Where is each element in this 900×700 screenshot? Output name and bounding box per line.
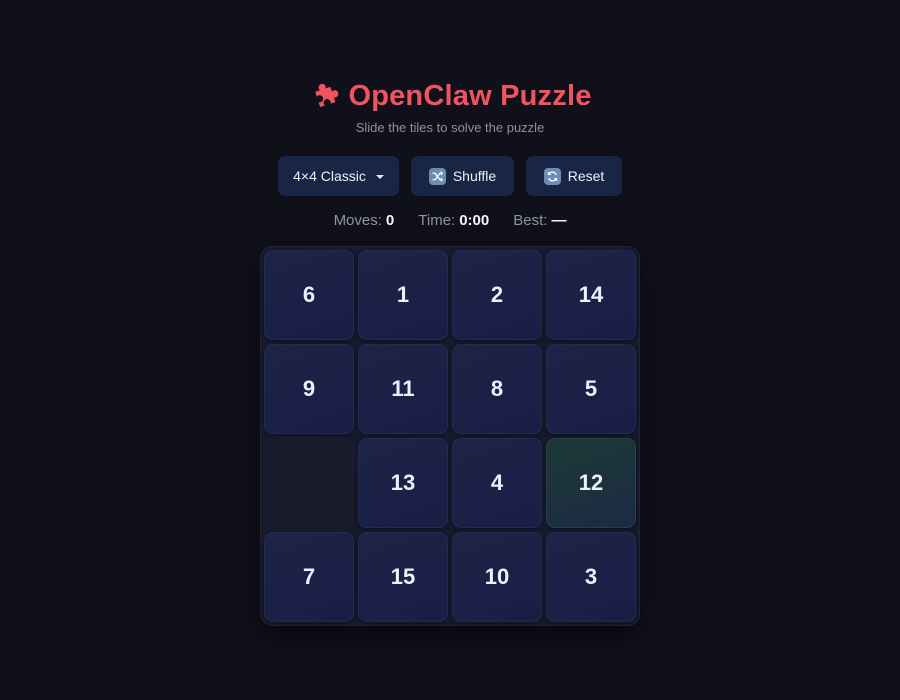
shuffle-icon (428, 167, 446, 185)
controls-bar: 4×4 Classic Shuffle Reset (0, 156, 900, 196)
puzzle-tile[interactable]: 2 (452, 250, 542, 340)
best-value: — (551, 212, 567, 229)
puzzle-tile[interactable]: 7 (264, 532, 354, 622)
puzzle-tile[interactable]: 4 (452, 438, 542, 528)
stats-bar: Moves: 0 Time: 0:00 Best: — (0, 212, 900, 229)
chevron-down-icon (375, 174, 384, 179)
moves-value: 0 (385, 212, 395, 229)
puzzle-tile[interactable]: 6 (264, 250, 354, 340)
puzzle-piece-icon (308, 79, 342, 113)
shuffle-label: Shuffle (452, 168, 497, 184)
puzzle-tile[interactable]: 12 (546, 438, 636, 528)
puzzle-tile[interactable]: 13 (358, 438, 448, 528)
puzzle-tile[interactable]: 15 (358, 532, 448, 622)
puzzle-tile[interactable]: 9 (264, 344, 354, 434)
reset-button[interactable]: Reset (526, 156, 622, 196)
best-stat: Best: — (513, 212, 566, 229)
shuffle-button[interactable]: Shuffle (411, 156, 514, 196)
puzzle-tile[interactable]: 8 (452, 344, 542, 434)
board-size-selected: 4×4 Classic (293, 168, 366, 184)
moves-label: Moves: (333, 212, 382, 229)
puzzle-tile[interactable]: 14 (546, 250, 636, 340)
time-value: 0:00 (459, 212, 490, 229)
puzzle-tile[interactable]: 10 (452, 532, 542, 622)
empty-slot (264, 438, 354, 528)
puzzle-tile[interactable]: 11 (358, 344, 448, 434)
board-size-select[interactable]: 4×4 Classic (278, 156, 399, 196)
puzzle-tile[interactable]: 1 (358, 250, 448, 340)
page-title: OpenClaw Puzzle (348, 79, 592, 112)
puzzle-tile[interactable]: 3 (546, 532, 636, 622)
title-row: OpenClaw Puzzle (0, 76, 900, 116)
time-label: Time: (418, 212, 456, 229)
reset-icon (543, 167, 561, 185)
subtitle: Slide the tiles to solve the puzzle (355, 120, 545, 135)
puzzle-app: OpenClaw Puzzle Slide the tiles to solve… (0, 0, 900, 700)
time-stat: Time: 0:00 (418, 212, 489, 229)
puzzle-tile[interactable]: 5 (546, 344, 636, 434)
best-label: Best: (513, 212, 548, 229)
moves-stat: Moves: 0 (334, 212, 395, 229)
reset-label: Reset (567, 168, 605, 184)
puzzle-board: 6 1 2 14 9 11 8 5 13 4 12 7 15 10 3 (260, 246, 640, 626)
